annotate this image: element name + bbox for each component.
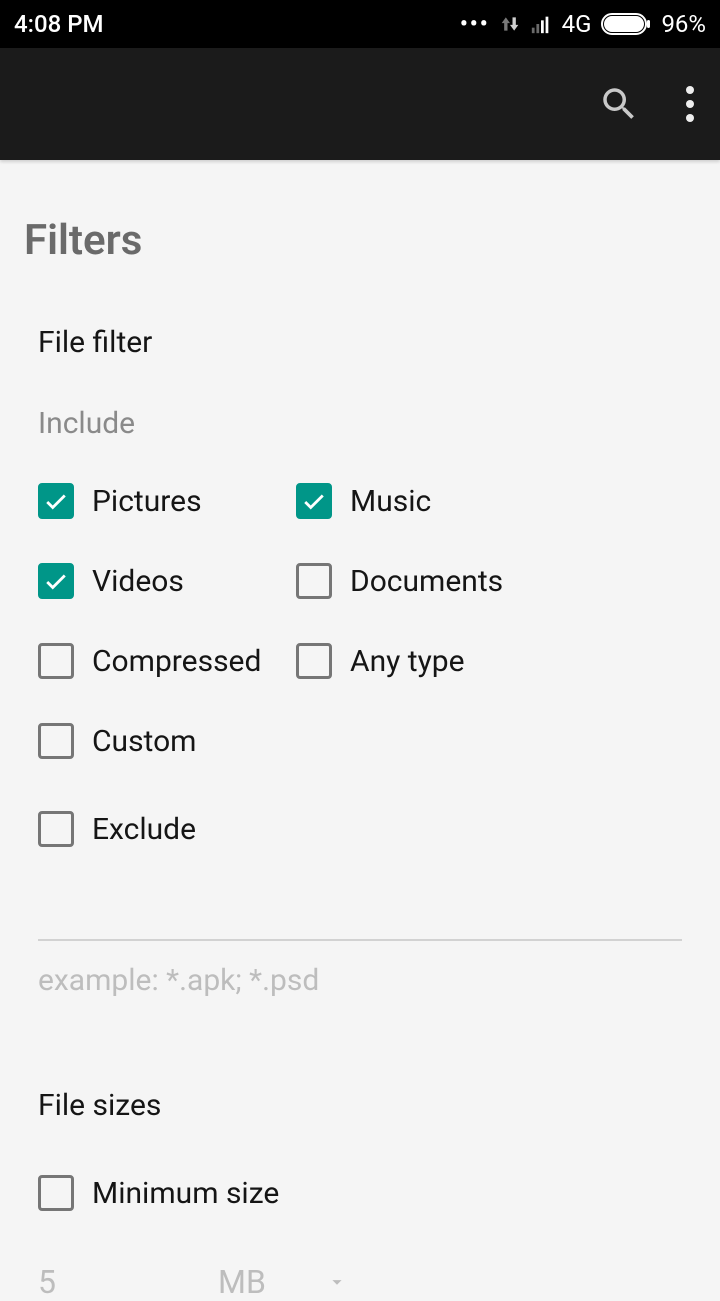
signal-icon [530,13,552,35]
checkbox-pictures[interactable] [38,483,74,519]
page-title: Filters [24,160,696,305]
custom-pattern-placeholder: example: *.apk; *.psd [24,941,696,998]
checkbox-videos[interactable] [38,563,74,599]
checkbox-exclude[interactable] [38,811,74,847]
status-time: 4:08 PM [14,10,104,38]
chevron-down-icon [326,1271,348,1293]
label-custom: Custom [92,724,197,759]
label-documents: Documents [350,564,503,599]
search-icon[interactable] [598,83,640,125]
include-options: Pictures Music Videos Documents [24,461,696,869]
checkbox-minimum-size[interactable] [38,1175,74,1211]
battery-icon [601,13,651,35]
checkbox-custom[interactable] [38,723,74,759]
label-any-type: Any type [350,644,465,679]
minimum-size-unit: MB [218,1263,266,1301]
option-minimum-size[interactable]: Minimum size [24,1153,696,1233]
data-transfer-icon [500,14,520,34]
checkbox-any-type[interactable] [296,643,332,679]
minimum-size-unit-select[interactable]: MB [218,1263,348,1301]
file-filter-title: File filter [24,305,696,388]
battery-percentage: 96% [661,10,706,38]
checkbox-music[interactable] [296,483,332,519]
option-custom[interactable]: Custom [38,723,197,759]
overflow-menu-icon[interactable] [680,86,700,122]
status-more-icon: ••• [460,12,490,37]
include-label: Include [24,388,696,461]
label-minimum-size: Minimum size [92,1176,279,1211]
option-pictures[interactable]: Pictures [38,483,296,519]
option-videos[interactable]: Videos [38,563,296,599]
label-pictures: Pictures [92,484,202,519]
label-compressed: Compressed [92,644,261,679]
file-sizes-title: File sizes [24,998,696,1153]
label-exclude: Exclude [92,812,196,847]
app-bar [0,48,720,160]
label-videos: Videos [92,564,184,599]
status-bar: 4:08 PM ••• 4G 96% [0,0,720,48]
content: Filters File filter Include Pictures Mus… [0,160,720,1301]
status-right: ••• 4G 96% [460,10,706,38]
minimum-size-value-row: 5 MB [24,1233,696,1301]
option-any-type[interactable]: Any type [296,643,554,679]
label-music: Music [350,484,431,519]
option-documents[interactable]: Documents [296,563,554,599]
checkbox-compressed[interactable] [38,643,74,679]
option-music[interactable]: Music [296,483,554,519]
custom-pattern-input[interactable] [38,897,682,941]
option-exclude[interactable]: Exclude [38,811,196,847]
checkbox-documents[interactable] [296,563,332,599]
minimum-size-value[interactable]: 5 [38,1263,218,1301]
option-compressed[interactable]: Compressed [38,643,296,679]
network-type: 4G [562,10,592,38]
